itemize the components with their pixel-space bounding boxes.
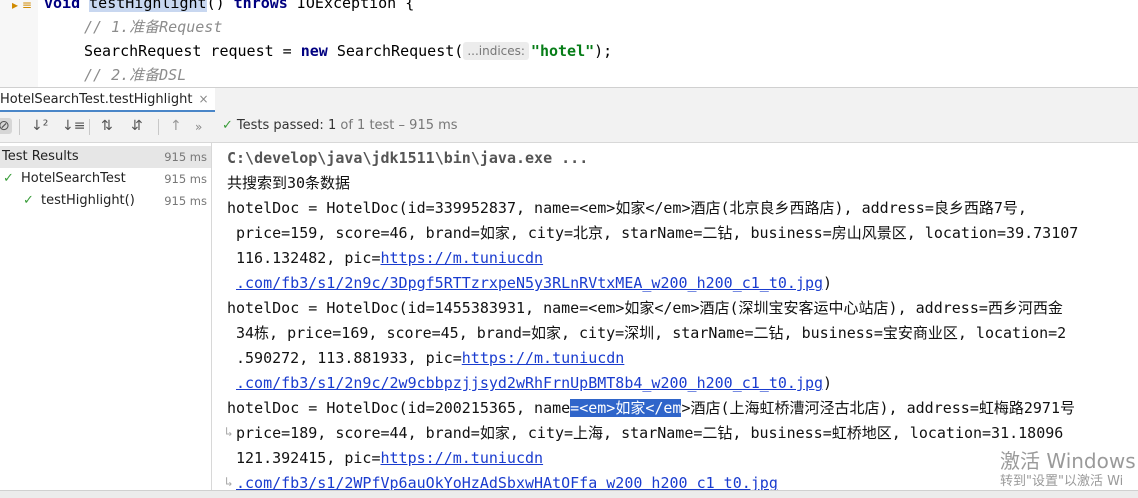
collapse-all-icon[interactable]: ⇵ — [131, 118, 143, 134]
console-link[interactable]: https://m.tuniucdn — [381, 449, 544, 467]
code-text: SearchRequest( — [327, 42, 464, 60]
code-editor[interactable]: ▸ ≡ void testHighlight() throws IOExcept… — [0, 0, 1138, 87]
console-line: .com/fb3/s1/2n9c/2w9cbbpzjjsyd2wRhFrnUpB… — [236, 371, 832, 396]
console-line: price=159, score=46, brand=如家, city=北京, … — [236, 224, 1079, 242]
more-actions-icon[interactable]: » — [195, 120, 202, 134]
console-line: .com/fb3/s1/2n9c/3Dpgf5RTTzrxpeN5y3RLnRV… — [236, 271, 832, 296]
sort-by-duration-icon[interactable]: ↓≡ — [62, 118, 85, 134]
console-link[interactable]: .com/fb3/s1/2n9c/2w9cbbpzjjsyd2wRhFrnUpB… — [236, 374, 823, 392]
tree-item-duration: 915 ms — [164, 172, 207, 186]
console-text: 121.392415, pic= — [236, 449, 381, 467]
tree-item-suite[interactable]: ✓ HotelSearchTest 915 ms — [0, 168, 211, 190]
run-tab-bar: HotelSearchTest.testHighlight × — [0, 87, 1138, 113]
console-line: 121.392415, pic=https://m.tuniucdn — [236, 446, 543, 471]
console-link[interactable]: https://m.tuniucdn — [462, 349, 625, 367]
windows-activation-watermark: 激活 Windows 转到"设置"以激活 Wi — [1000, 449, 1136, 491]
toolbar-divider — [89, 119, 90, 135]
test-runner-toolbar: ⊘ ↓² ↓≡ ⇅ ⇵ ↑ » ✓ Tests passed: 1 of 1 te… — [0, 112, 1138, 143]
code-text: () — [206, 0, 234, 12]
tree-item-test[interactable]: ✓ testHighlight() 915 ms — [0, 190, 211, 212]
status-detail: of 1 test – 915 ms — [340, 118, 458, 133]
console-line: .590272, 113.881933, pic=https://m.tuniu… — [236, 346, 624, 371]
console-text: .590272, 113.881933, pic= — [236, 349, 462, 367]
console-line: 34栋, price=169, score=45, brand=如家, city… — [236, 324, 1067, 342]
console-line: price=189, score=44, brand=如家, city=上海, … — [236, 424, 1064, 442]
soft-wrap-icon: ↳ — [225, 425, 233, 440]
keyword: new — [300, 42, 328, 60]
selected-text[interactable]: =<em>如家</em — [570, 399, 682, 417]
toolbar-divider — [158, 119, 159, 135]
show-passed-toggle-icon[interactable]: ⊘ — [0, 118, 12, 134]
code-text: ); — [594, 42, 613, 60]
console-line: 116.132482, pic=https://m.tuniucdn — [236, 246, 543, 271]
tree-item-label: HotelSearchTest — [21, 171, 126, 186]
watermark-title: 激活 Windows — [1000, 449, 1136, 473]
console-text: ) — [823, 374, 833, 392]
console-line: hotelDoc = HotelDoc(id=339952837, name=<… — [227, 199, 1027, 217]
code-comment[interactable]: // 1.准备Request — [84, 15, 222, 39]
parameter-hint: ...indices: — [463, 42, 529, 60]
sort-alphabetically-icon[interactable]: ↓² — [31, 118, 48, 134]
previous-failed-icon[interactable]: ↑ — [170, 118, 182, 134]
run-tab-label: HotelSearchTest.testHighlight — [0, 92, 193, 107]
status-label: Tests passed: — [236, 118, 324, 133]
expand-all-icon[interactable]: ⇅ — [101, 118, 113, 134]
method-marker-icon[interactable]: ▸ ≡ — [12, 0, 32, 12]
code-comment[interactable]: // 2.准备DSL — [84, 63, 186, 87]
console-line: hotelDoc = HotelDoc(id=1455383931, name=… — [227, 299, 1063, 317]
status-count: 1 — [327, 118, 337, 133]
code-text: IOException { — [287, 0, 415, 12]
passed-icon: ✓ — [3, 171, 14, 186]
tree-item-test-results[interactable]: Test Results 915 ms — [0, 146, 211, 168]
console-output[interactable]: C:\develop\java\jdk1511\bin\java.exe ...… — [212, 143, 1138, 497]
console-command: C:\develop\java\jdk1511\bin\java.exe ... — [227, 149, 589, 167]
tree-item-label: Test Results — [2, 149, 79, 164]
check-icon: ✓ — [222, 118, 233, 133]
test-status: ✓ Tests passed: 1 of 1 test – 915 ms — [222, 118, 458, 133]
method-name: testHighlight — [89, 0, 207, 12]
console-text: 116.132482, pic= — [236, 249, 381, 267]
code-line-request[interactable]: SearchRequest request = new SearchReques… — [84, 39, 612, 63]
code-line-method-signature[interactable]: void testHighlight() throws IOException … — [44, 0, 414, 15]
console-text: ) — [823, 274, 833, 292]
passed-icon: ✓ — [23, 193, 34, 208]
code-text: SearchRequest request = — [84, 42, 301, 60]
console-line: hotelDoc = HotelDoc(id=200215365, name=<… — [227, 396, 1075, 421]
run-tab[interactable]: HotelSearchTest.testHighlight × — [0, 88, 215, 112]
tree-item-duration: 915 ms — [164, 194, 207, 208]
keyword: throws — [233, 0, 288, 12]
soft-wrap-icon: ↳ — [225, 475, 233, 490]
editor-gutter: ▸ ≡ — [0, 0, 38, 87]
tree-item-duration: 915 ms — [164, 150, 207, 164]
console-link[interactable]: https://m.tuniucdn — [381, 249, 544, 267]
tree-item-label: testHighlight() — [41, 193, 135, 208]
close-icon[interactable]: × — [199, 92, 209, 106]
console-text: >酒店(上海虹桥漕河泾古北店), address=虹梅路2971号 — [681, 399, 1075, 417]
test-results-tree: Test Results 915 ms ✓ HotelSearchTest 91… — [0, 143, 212, 497]
console-line: 共搜索到30条数据 — [227, 174, 351, 192]
console-text: hotelDoc = HotelDoc(id=200215365, name — [227, 399, 571, 417]
console-link[interactable]: .com/fb3/s1/2n9c/3Dpgf5RTTzrxpeN5y3RLnRV… — [236, 274, 823, 292]
watermark-subtitle: 转到"设置"以激活 Wi — [1000, 474, 1124, 489]
keyword: void — [44, 0, 81, 12]
string-literal: "hotel" — [530, 42, 595, 60]
toolbar-divider — [19, 119, 20, 135]
